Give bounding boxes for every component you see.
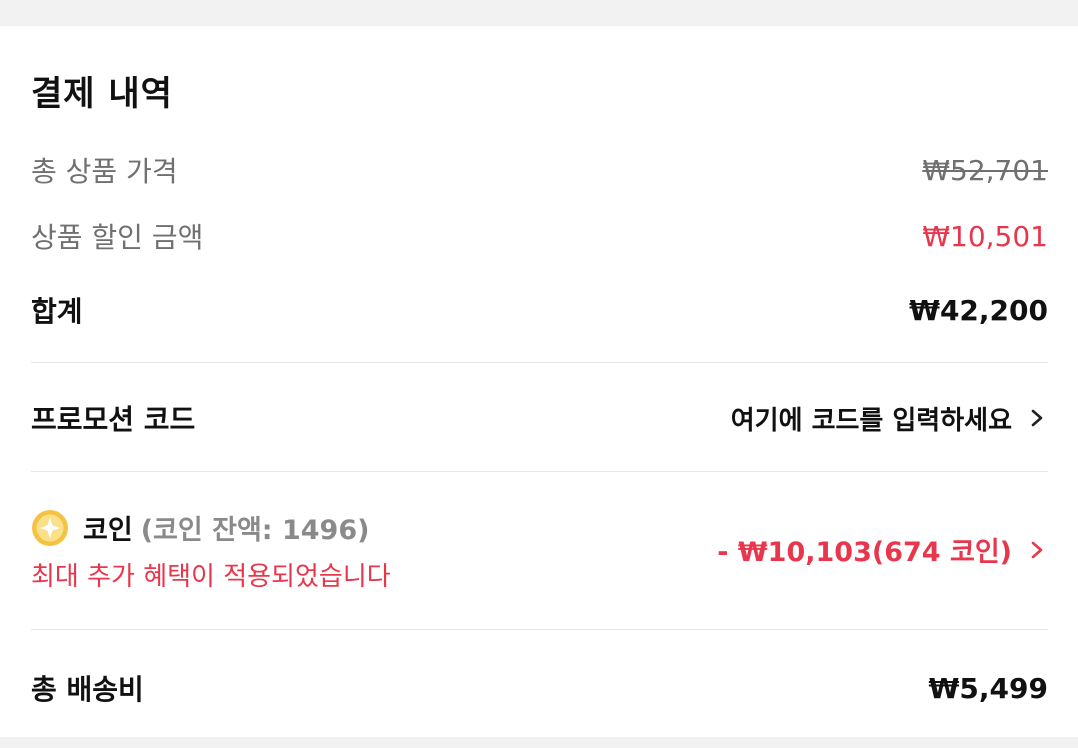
payment-summary-card: 결제 내역 총 상품 가격 ₩52,701 상품 할인 금액 ₩10,501 합… [0,26,1078,737]
divider [31,471,1048,472]
subtotal-row: 합계 ₩42,200 [31,290,1048,330]
chevron-right-icon [1031,409,1043,427]
coin-deduction-value: - ₩10,103(674 코인) [717,537,1012,568]
promo-code-label: 프로모션 코드 [31,403,196,436]
promo-code-entry-link[interactable]: 여기에 코드를 입력하세요 [731,400,1048,437]
section-title: 결제 내역 [31,74,173,114]
promo-code-row[interactable]: 프로모션 코드 여기에 코드를 입력하세요 [31,398,1048,438]
coin-label: 코인 [83,515,133,546]
divider [31,362,1048,363]
coin-row[interactable]: 코인 (코인 잔액: 1496) 최대 추가 혜택이 적용되었습니다 - ₩10… [31,508,1048,598]
discount-label: 상품 할인 금액 [31,221,204,254]
coin-apply-link[interactable]: - ₩10,103(674 코인) [717,530,1048,569]
total-product-row: 총 상품 가격 ₩52,701 [31,150,1048,190]
shipping-row: 총 배송비 ₩5,499 [31,668,1048,708]
coin-balance: (코인 잔액: 1496) [140,515,370,546]
coin-benefit-note: 최대 추가 혜택이 적용되었습니다 [31,562,391,592]
discount-row: 상품 할인 금액 ₩10,501 [31,216,1048,256]
total-product-value: ₩52,701 [922,153,1048,187]
chevron-right-icon [1031,541,1043,558]
promo-code-placeholder: 여기에 코드를 입력하세요 [730,405,1012,436]
discount-value: ₩10,501 [922,219,1048,253]
divider [31,629,1048,630]
subtotal-label: 합계 [31,295,83,328]
subtotal-value: ₩42,200 [909,293,1048,327]
coin-icon [32,509,68,546]
shipping-value: ₩5,499 [928,671,1048,705]
total-product-label: 총 상품 가격 [31,155,178,188]
coin-header: 코인 (코인 잔액: 1496) [31,508,369,547]
shipping-label: 총 배송비 [31,673,144,706]
